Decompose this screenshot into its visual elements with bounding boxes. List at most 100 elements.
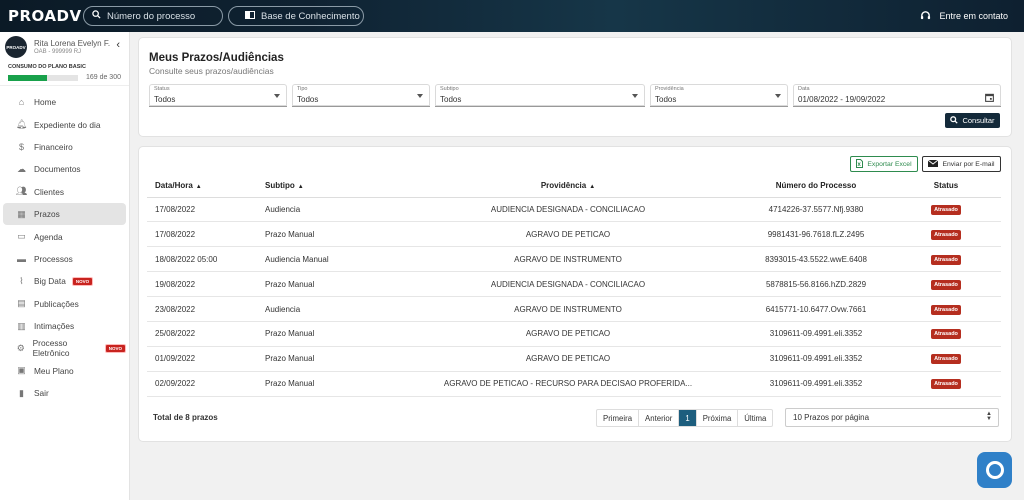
table-row[interactable]: 25/08/2022 Prazo Manual AGRAVO DE PETICAO 3… [147,321,1001,347]
table-row[interactable]: 17/08/2022 Prazo Manual AGRAVO DE PETICAO 9… [147,221,1001,248]
cell-numero-processo: 9981431-96.7618.fLZ.2495 [741,221,891,248]
cell-numero-processo: 4714226-37.5577.Nfj.9380 [741,197,891,223]
knowledge-base-button[interactable]: Base de Conhecimento [228,6,364,26]
calendar-icon[interactable] [985,93,994,104]
status-badge: Atrasado [931,304,961,315]
status-select[interactable]: Status Todos [149,84,287,107]
sidebar-item-label: Big Data [34,276,66,287]
cell-numero-processo: 3109611-09.4991.eli.3352 [741,346,891,372]
subtipo-select[interactable]: Subtipo Todos [435,84,645,107]
cell-status: Atrasado [891,221,1001,248]
search-icon [950,115,959,126]
table-row[interactable]: 19/08/2022 Prazo Manual AUDIENCIA DESIGNAD… [147,271,1001,298]
status-badge: Atrasado [931,279,961,290]
cell-subtipo: Prazo Manual [265,221,395,248]
date-range-input[interactable]: Data 01/08/2022 - 19/09/2022 [793,84,1001,107]
sidebar-item-big-data[interactable]: ⌇ Big Data NOVO [3,270,126,292]
consultar-button[interactable]: Consultar [945,113,1000,128]
sidebar-item-sair[interactable]: ▮ Sair [3,382,126,404]
export-excel-button[interactable]: X Exportar Excel [850,156,918,172]
sidebar-item-meu-plano[interactable]: ▣ Meu Plano [3,360,126,382]
per-page-select[interactable]: 10 Prazos por página ▲ ▼ [785,408,999,427]
sidebar-item-clientes[interactable]: 👥︎ Clientes [3,181,126,203]
sidebar-item-prazos[interactable]: ▦ Prazos [3,202,126,226]
bell-icon: 🔔︎ [15,119,28,130]
contact-link[interactable]: Entre em contato [920,0,1008,32]
providencia-select[interactable]: Providência Todos [650,84,788,107]
tipo-select[interactable]: Tipo Todos [292,84,430,107]
sort-asc-icon: ▲ [589,183,596,190]
status-badge: Atrasado [931,229,961,240]
process-search-input[interactable]: Número do processo [83,6,223,26]
page-prev-button[interactable]: Anterior [639,410,680,426]
cell-status: Atrasado [891,371,1001,397]
sidebar-item-label: Documentos [34,164,81,175]
cell-providencia: AGRAVO DE PETICAO [395,221,741,248]
status-badge: Atrasado [931,204,961,215]
svg-text:X: X [858,162,862,168]
pagination: Primeira Anterior 1 Próxima Última [596,409,774,427]
calendar-icon: ▦ [17,208,26,219]
table-row[interactable]: 18/08/2022 05:00 Audiencia Manual AGRAVO D… [147,246,1001,273]
prazos-table: Data/Hora ▲ Subtipo ▲ Providência ▲ Número … [147,174,1001,397]
sidebar-item-label: Home [34,97,57,108]
status-badge: Atrasado [931,329,961,340]
headset-icon [920,10,931,23]
send-email-button[interactable]: Enviar por E-mail [922,156,1001,172]
sidebar-item-documentos[interactable]: ☁ Documentos [3,158,126,180]
new-badge: NOVO [71,276,94,286]
column-header-numero-processo[interactable]: Número do Processo [741,174,891,198]
cell-numero-processo: 8393015-43.5522.wwE.6408 [741,246,891,273]
sidebar-item-publica-es[interactable]: ▤ Publicações [3,293,126,315]
sidebar-item-home[interactable]: ⌂ Home [3,91,126,113]
cell-status: Atrasado [891,346,1001,372]
cell-data-hora: 17/08/2022 [147,221,265,248]
caret-down-icon [274,94,280,98]
chat-launcher-button[interactable] [977,452,1012,488]
cell-providencia: AUDIENCIA DESIGNADA - CONCILIACAO [395,271,741,298]
cell-status: Atrasado [891,246,1001,273]
calendar-icon: ▭ [17,231,26,242]
sidebar-item-label: Processo Eletrônico [32,338,70,359]
brand-logo[interactable]: PROADV [0,0,81,32]
cell-data-hora: 25/08/2022 [147,321,265,347]
sidebar-item-expediente-do-dia[interactable]: 🔔︎ Expediente do dia [3,113,126,135]
sidebar-item-intima-es[interactable]: ▥ Intimações [3,315,126,337]
column-header-data-hora[interactable]: Data/Hora ▲ [147,174,265,198]
column-header-subtipo[interactable]: Subtipo ▲ [265,174,395,198]
chevron-left-icon[interactable]: ‹ [116,39,120,51]
sort-asc-icon: ▲ [195,183,202,190]
cell-status: Atrasado [891,321,1001,347]
exit-icon: ▮ [19,387,24,398]
filter-card: Meus Prazos/Audiências Consulte seus pra… [138,37,1012,137]
page-last-button[interactable]: Última [738,410,772,426]
sidebar-item-label: Financeiro [34,141,73,152]
column-header-providencia[interactable]: Providência ▲ [395,174,741,198]
cell-providencia: AGRAVO DE INSTRUMENTO [395,296,741,322]
table-row[interactable]: 17/08/2022 Audiencia AUDIENCIA DESIGNADA -… [147,197,1001,223]
table-row[interactable]: 23/08/2022 Audiencia AGRAVO DE INSTRUMENTO… [147,296,1001,322]
sidebar-item-processo-eletr-nico[interactable]: ⚙ Processo Eletrônico NOVO [3,337,126,359]
sidebar-item-financeiro[interactable]: $ Financeiro [3,136,126,158]
user-profile[interactable]: PROADV Rita Lorena Evelyn F. OAB - 99999… [0,32,129,62]
sidebar-item-agenda[interactable]: ▭ Agenda [3,225,126,247]
cell-providencia: AGRAVO DE PETICAO [395,346,741,372]
column-header-status[interactable]: Status [891,174,1001,198]
page-next-button[interactable]: Próxima [697,410,739,426]
clipboard-icon: ▥ [17,320,26,331]
cell-data-hora: 19/08/2022 [147,271,265,298]
gear-icon: ⚙ [16,342,25,353]
page-first-button[interactable]: Primeira [597,410,640,426]
newspaper-icon: ▤ [17,298,26,309]
sidebar-item-label: Publicações [34,298,79,309]
cell-data-hora: 02/09/2022 [147,371,265,397]
sidebar-item-label: Expediente do dia [34,119,101,130]
page-current-button[interactable]: 1 [679,410,697,426]
table-row[interactable]: 01/09/2022 Prazo Manual AGRAVO DE PETICAO 3… [147,346,1001,372]
top-bar: PROADV Número do processo Base de Conhec… [0,0,1024,32]
sort-updown-icon: ▲ ▼ [986,411,992,422]
search-icon [92,10,101,22]
sidebar-item-processos[interactable]: ▬ Processos [3,248,126,270]
table-row[interactable]: 02/09/2022 Prazo Manual AGRAVO DE PETICAO … [147,371,1001,397]
cell-subtipo: Prazo Manual [265,346,395,372]
